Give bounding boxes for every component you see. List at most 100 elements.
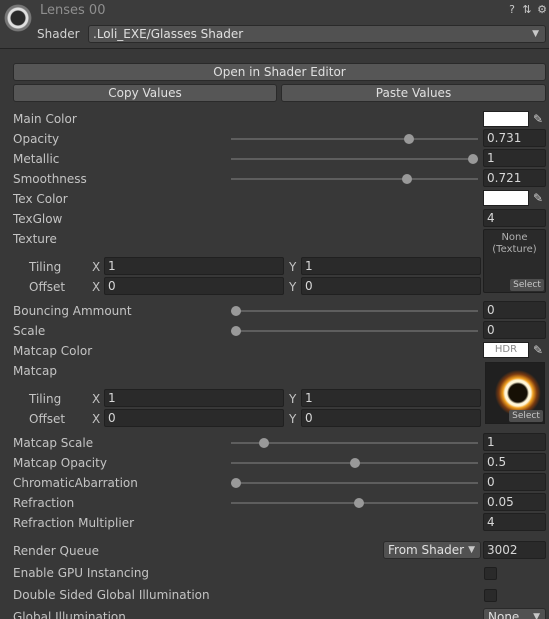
paste-values-button[interactable]: Paste Values [281, 84, 546, 102]
opacity-label: Opacity [13, 132, 60, 146]
matcap-offset-x-label: X [92, 412, 101, 426]
metallic-label: Metallic [13, 152, 60, 166]
material-header: Lenses 00 ? ⇅ ⚙ Shader .Loli_EXE/Glasses… [0, 0, 549, 49]
smoothness-field[interactable]: 0.721 [483, 169, 546, 187]
open-shader-editor-button[interactable]: Open in Shader Editor [13, 63, 546, 81]
help-icon[interactable]: ? [506, 4, 518, 16]
chevron-down-icon: ▼ [532, 29, 539, 39]
gear-icon[interactable]: ⚙ [536, 4, 548, 16]
double-sided-gi-label: Double Sided Global Illumination [13, 588, 210, 602]
texture-slot[interactable]: None (Texture) Select [483, 229, 546, 293]
matcap-color-swatch[interactable]: HDR [483, 342, 529, 358]
metallic-slider-thumb[interactable] [468, 154, 478, 164]
material-preview-icon [4, 4, 32, 32]
refraction-slider-thumb[interactable] [354, 498, 365, 508]
shader-dropdown-value: .Loli_EXE/Glasses Shader [93, 27, 244, 41]
chromatic-abarration-slider[interactable] [231, 478, 478, 488]
matcap-opacity-slider[interactable] [231, 458, 478, 468]
global-illumination-dropdown[interactable]: None ▼ [483, 608, 546, 619]
bouncing-amount-label: Bouncing Ammount [13, 304, 132, 318]
matcap-scale-slider-thumb[interactable] [259, 438, 270, 448]
matcap-tiling-y-field[interactable]: 1 [301, 389, 481, 407]
scale-label: Scale [13, 324, 46, 338]
main-color-label: Main Color [13, 112, 77, 126]
refraction-multiplier-label: Refraction Multiplier [13, 516, 135, 530]
scale-slider[interactable] [231, 326, 478, 336]
texture-select-button[interactable]: Select [510, 279, 544, 291]
matcap-tiling-x-field[interactable]: 1 [104, 389, 284, 407]
matcap-label: Matcap [13, 364, 57, 378]
global-illumination-label: Global Illumination [13, 610, 126, 619]
texture-offset-y-label: Y [289, 280, 297, 294]
texture-offset-label: Offset [29, 280, 66, 294]
texture-offset-x-field[interactable]: 0 [104, 277, 284, 295]
matcap-color-label: Matcap Color [13, 344, 93, 358]
metallic-field[interactable]: 1 [483, 149, 546, 167]
scale-slider-thumb[interactable] [231, 326, 241, 336]
matcap-offset-y-label: Y [289, 412, 297, 426]
matcap-scale-field[interactable]: 1 [483, 433, 546, 451]
copy-values-button[interactable]: Copy Values [13, 84, 277, 102]
eyedropper-icon[interactable]: ✎ [531, 111, 545, 127]
material-title: Lenses 00 [40, 3, 106, 18]
matcap-select-button[interactable]: Select [509, 410, 543, 422]
eyedropper-icon[interactable]: ✎ [531, 342, 545, 358]
texglow-field[interactable]: 4 [483, 209, 546, 227]
texglow-label: TexGlow [13, 212, 63, 226]
bouncing-amount-slider-thumb[interactable] [231, 306, 241, 316]
matcap-opacity-field[interactable]: 0.5 [483, 453, 546, 471]
chevron-down-icon: ▼ [533, 612, 540, 619]
eyedropper-icon[interactable]: ✎ [531, 190, 545, 206]
refraction-slider[interactable] [231, 498, 478, 508]
chromatic-abarration-field[interactable]: 0 [483, 473, 546, 491]
texture-tiling-y-field[interactable]: 1 [301, 257, 481, 275]
matcap-tiling-y-label: Y [289, 392, 297, 406]
matcap-tiling-x-label: X [92, 392, 101, 406]
tex-color-swatch[interactable] [483, 190, 529, 206]
refraction-multiplier-field[interactable]: 4 [483, 513, 546, 531]
bouncing-amount-field[interactable]: 0 [483, 301, 546, 319]
gpu-instancing-checkbox[interactable] [484, 567, 497, 580]
matcap-scale-label: Matcap Scale [13, 436, 94, 450]
global-illumination-value: None [488, 610, 520, 619]
opacity-field[interactable]: 0.731 [483, 129, 546, 147]
refraction-label: Refraction [13, 496, 75, 510]
matcap-offset-x-field[interactable]: 0 [104, 409, 284, 427]
texture-tiling-label: Tiling [29, 260, 62, 274]
render-queue-dropdown[interactable]: From Shader ▼ [383, 541, 481, 559]
double-sided-gi-checkbox[interactable] [484, 589, 497, 602]
gpu-instancing-label: Enable GPU Instancing [13, 566, 150, 580]
texture-label: Texture [13, 232, 57, 246]
chromatic-abarration-slider-thumb[interactable] [231, 478, 241, 488]
main-color-swatch[interactable] [483, 111, 529, 127]
texture-offset-x-label: X [92, 280, 101, 294]
opacity-slider-thumb[interactable] [404, 134, 415, 144]
matcap-offset-y-field[interactable]: 0 [301, 409, 481, 427]
matcap-texture-slot[interactable]: Select [485, 362, 545, 424]
texture-offset-y-field[interactable]: 0 [301, 277, 481, 295]
texture-tiling-y-label: Y [289, 260, 297, 274]
matcap-opacity-label: Matcap Opacity [13, 456, 107, 470]
scale-field[interactable]: 0 [483, 321, 546, 339]
tex-color-label: Tex Color [13, 192, 68, 206]
shader-dropdown[interactable]: .Loli_EXE/Glasses Shader ▼ [88, 25, 546, 43]
texture-tiling-x-field[interactable]: 1 [104, 257, 284, 275]
smoothness-slider-thumb[interactable] [401, 174, 412, 184]
matcap-offset-label: Offset [29, 412, 66, 426]
matcap-opacity-slider-thumb[interactable] [349, 458, 360, 468]
render-queue-field[interactable]: 3002 [483, 541, 546, 559]
smoothness-slider[interactable] [231, 174, 478, 184]
refraction-field[interactable]: 0.05 [483, 493, 546, 511]
bouncing-amount-slider[interactable] [231, 306, 478, 316]
preset-icon[interactable]: ⇅ [521, 4, 533, 16]
metallic-slider[interactable] [231, 154, 478, 164]
matcap-tiling-label: Tiling [29, 392, 62, 406]
texture-tiling-x-label: X [92, 260, 101, 274]
smoothness-label: Smoothness [13, 172, 87, 186]
render-queue-mode: From Shader [388, 543, 465, 557]
shader-label: Shader [37, 27, 80, 41]
matcap-scale-slider[interactable] [231, 438, 478, 448]
opacity-slider[interactable] [231, 134, 478, 144]
chevron-down-icon: ▼ [468, 545, 475, 555]
texture-slot-text: None (Texture) [492, 232, 537, 255]
